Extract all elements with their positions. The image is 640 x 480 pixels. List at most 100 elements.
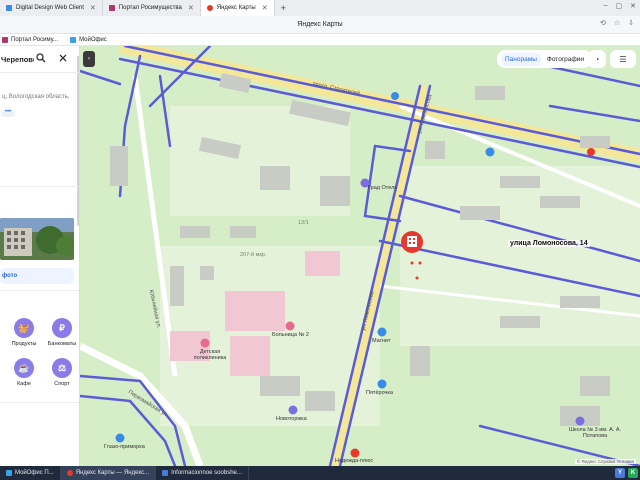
k-tray-icon[interactable]: K (628, 468, 638, 478)
site-favicon (2, 36, 8, 43)
site-favicon (6, 5, 12, 11)
yandex-tray-icon[interactable]: Y (615, 468, 625, 478)
task-label: Informacionnoe soobshe... (171, 470, 242, 476)
address-text: ц, Вологодская область, (2, 94, 70, 100)
selected-address-label[interactable]: улица Ломоносова, 14 (508, 240, 590, 247)
browser-tab-digital-design[interactable]: Digital Design Web Client ✕ (0, 0, 103, 16)
menu-button[interactable]: ☰ (610, 50, 636, 68)
os-taskbar: МойОфис П... Яндекс Карты — Яндекс... In… (0, 466, 640, 480)
close-tab-icon[interactable]: ✕ (262, 4, 268, 12)
tab-label: Портал Росимущества (118, 5, 182, 11)
share-icon[interactable]: ⟲ (600, 19, 606, 27)
building-photo (0, 218, 74, 260)
search-panel: Череповец ц, Вологодская область, ••• фо… (0, 46, 80, 466)
bookmark-star-icon[interactable]: ☆ (614, 19, 620, 27)
shopping-basket-icon: 🧺 (14, 318, 34, 338)
hospital-marker (285, 321, 295, 331)
category-sport[interactable]: ⚖ Спорт (44, 358, 79, 387)
photos-button[interactable]: фото (0, 268, 74, 284)
map-canvas[interactable]: просп. Строителей ул. Ломоносова ул. Лом… (80, 46, 640, 466)
site-favicon (70, 36, 77, 43)
category-label: Продукты (11, 341, 37, 347)
house-number-label: 13/1 (298, 220, 309, 226)
app-icon (66, 470, 73, 476)
browser-tab-rosimushchestvo[interactable]: Портал Росимущества ✕ (103, 0, 201, 16)
minimize-icon[interactable]: – (604, 2, 608, 10)
bookmark-rosimushchestvo[interactable]: Портал Росиму... (2, 36, 59, 43)
poi-label: Магнит (372, 338, 391, 344)
category-products[interactable]: 🧺 Продукты (6, 318, 42, 347)
tab-photos[interactable]: Фотографии (543, 53, 588, 66)
tab-panoramas[interactable]: Панорамы (501, 52, 541, 66)
category-label: Кафе (17, 381, 31, 387)
page-viewport: просп. Строителей ул. Ломоносова ул. Лом… (0, 46, 640, 466)
poi-label: Больница № 2 (272, 332, 309, 338)
clinic-marker (200, 338, 210, 348)
magnit-marker (377, 327, 387, 337)
task-moyofis[interactable]: МойОфис П... (0, 466, 61, 480)
panel-scrollbar[interactable] (77, 56, 79, 226)
bookmark-label: Портал Росиму... (11, 36, 59, 43)
poi-label: Пятёрочка (366, 390, 393, 396)
maximize-icon[interactable]: ▢ (616, 2, 623, 10)
close-window-icon[interactable]: ✕ (630, 2, 636, 10)
task-label: Яндекс Карты — Яндекс... (75, 470, 150, 476)
task-yandex-maps[interactable]: Яндекс Карты — Яндекс... (60, 466, 157, 480)
new-tab-button[interactable]: + (275, 3, 292, 13)
category-label: Спорт (54, 381, 70, 387)
download-icon[interactable]: ⇩ (628, 19, 634, 27)
app-icon (162, 470, 169, 476)
pharmacy-marker-2 (587, 148, 595, 156)
more-button[interactable]: ••• (1, 109, 15, 117)
window-controls: – ▢ ✕ (604, 2, 636, 10)
layers-icon: ◔ (594, 54, 600, 64)
collapse-panel-button[interactable]: ‹ (83, 51, 95, 67)
divider (0, 290, 79, 291)
poi-label: Новоторжка (276, 416, 307, 422)
search-icon[interactable] (36, 53, 46, 63)
browser-tab-yandex-maps[interactable]: Яндекс Карты ✕ (200, 0, 275, 16)
browser-tab-strip: Digital Design Web Client ✕ Портал Росим… (0, 0, 640, 16)
menu-icon: ☰ (619, 54, 627, 64)
coffee-cup-icon: ☕ (14, 358, 34, 378)
category-atm[interactable]: ₽ Банкоматы (44, 318, 79, 347)
novotorzhka-marker (288, 405, 298, 415)
layers-button[interactable]: ◔ (588, 50, 606, 68)
divider (0, 186, 79, 187)
ruble-icon: ₽ (52, 318, 72, 338)
app-icon (6, 470, 12, 476)
divider (0, 402, 79, 403)
category-cafe[interactable]: ☕ Кафе (6, 358, 42, 387)
poi-label: Надежда-плюс (335, 458, 374, 464)
bookmark-moyofis[interactable]: МойОфис (70, 36, 107, 43)
site-favicon (108, 5, 115, 11)
bookmarks-bar: Портал Росиму... МойОфис (0, 34, 640, 46)
search-input[interactable]: Череповец (0, 55, 34, 64)
poi-label: Град Отель (368, 185, 398, 191)
poi-label: Глазо-приморка (104, 444, 145, 450)
shop-marker (485, 147, 495, 157)
search-field[interactable]: Череповец (0, 50, 79, 68)
category-label: Банкоматы (47, 341, 77, 347)
dumbbell-icon: ⚖ (52, 358, 72, 378)
map-graphics (80, 46, 640, 466)
pharmacy-marker (350, 448, 360, 458)
bus-stop-marker (391, 92, 399, 100)
tab-label: Яндекс Карты (216, 5, 256, 11)
close-tab-icon[interactable]: ✕ (188, 4, 194, 12)
page-title: Яндекс Карты (297, 21, 343, 28)
system-tray: Y K (615, 466, 638, 480)
school-marker (575, 416, 585, 426)
address-bar[interactable]: Яндекс Карты ⟲ ☆ ⇩ (0, 16, 640, 34)
glazo-marker (115, 433, 125, 443)
close-icon[interactable] (58, 53, 68, 63)
tab-label: Digital Design Web Client (16, 5, 84, 11)
bookmark-label: МойОфис (79, 36, 107, 43)
close-tab-icon[interactable]: ✕ (90, 4, 96, 12)
map-attribution[interactable]: © Яндекс Справка Условия (574, 459, 636, 464)
place-photo[interactable] (0, 218, 74, 260)
map-pin-favicon (206, 5, 213, 11)
poi-label: Школа № 3 им. А. А. Потапова (568, 427, 622, 439)
task-informacionnoe[interactable]: Informacionnoe soobshe... (156, 466, 249, 480)
poi-label: Детская поликлиника (193, 349, 227, 361)
